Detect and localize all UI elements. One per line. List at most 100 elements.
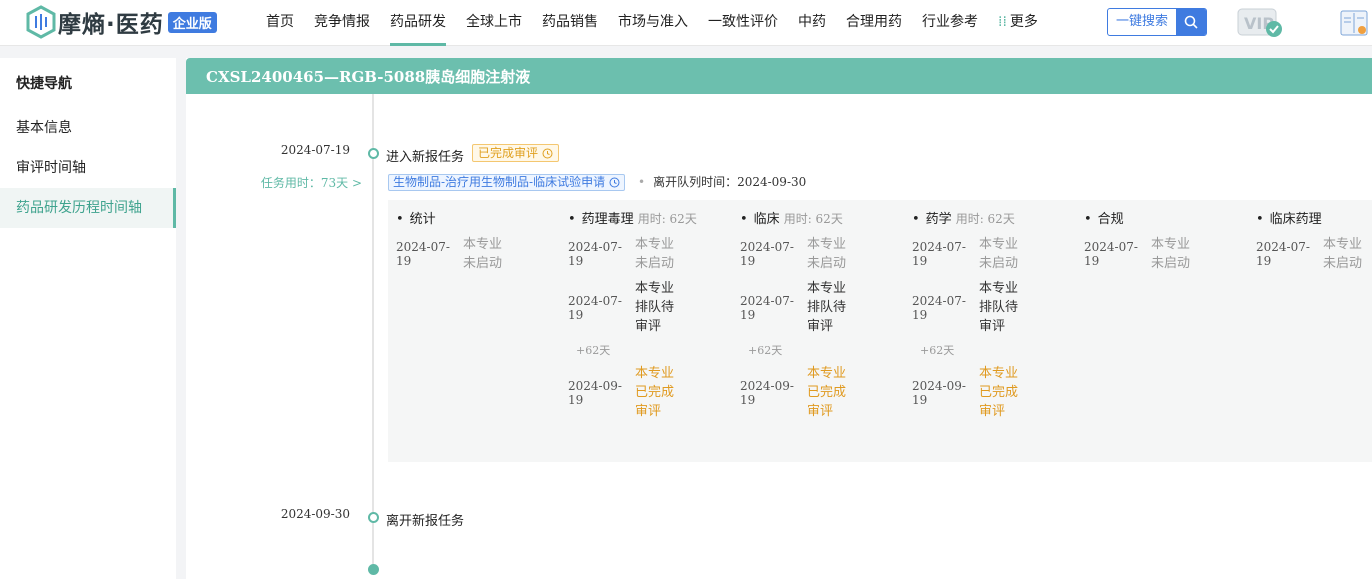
review-column-name: 临床 xyxy=(753,212,780,227)
review-record: 2024-07-19 本专业未启动 xyxy=(740,235,900,273)
leave-queue-time: 离开队列时间：2024-09-30 xyxy=(638,173,806,190)
enter-date: 2024-07-19 xyxy=(280,143,350,157)
review-column-name: 药理毒理 xyxy=(581,212,634,227)
quick-search-button[interactable]: 一键搜索 xyxy=(1107,8,1207,36)
review-column: • 药理毒理 用时: 62天 2024-07-19 本专业未启动 2024-07-19 本专… xyxy=(568,210,728,421)
quick-search-label: 一键搜索 xyxy=(1115,14,1168,29)
review-record-status: 本专业排队待审评 xyxy=(807,281,847,334)
review-record-status: 本专业未启动 xyxy=(635,237,675,271)
category-tag: 生物制品-治疗用生物制品-临床试验申请 xyxy=(388,174,626,191)
review-record-status: 本专业未启动 xyxy=(979,237,1019,271)
review-record-date: 2024-07-19 xyxy=(740,240,794,268)
review-column: • 药学 用时: 62天 2024-07-19 本专业未启动 2024-07-19 本专业排… xyxy=(912,210,1072,421)
review-record-date: 2024-09-19 xyxy=(912,378,966,407)
timeline-node xyxy=(368,148,379,159)
page-title: CXSL2400465—RGB-5088胰岛细胞注射液 xyxy=(206,68,531,86)
bullet: • xyxy=(1084,212,1092,227)
bullet: • xyxy=(396,212,404,227)
review-column: • 临床 用时: 62天 2024-07-19 本专业未启动 2024-07-19 本专业排… xyxy=(740,210,900,421)
bullet: • xyxy=(568,212,576,227)
sidebar-item-rnd-timeline[interactable]: 药品研发历程时间轴 xyxy=(0,188,176,228)
nav-item-intel[interactable]: 竞争情报 xyxy=(314,0,370,46)
review-record: 2024-07-19 本专业排队待审评 xyxy=(568,279,728,336)
category-tag-label: 生物制品-治疗用生物制品-临床试验申请 xyxy=(393,175,606,189)
review-record-status: 本专业未启动 xyxy=(1151,237,1191,271)
bullet: • xyxy=(912,212,920,227)
nav-item-industry[interactable]: 行业参考 xyxy=(922,0,978,46)
logo-mark-icon xyxy=(26,5,56,39)
sidebar-item-review-timeline[interactable]: 审评时间轴 xyxy=(0,148,176,188)
review-record-date: 2024-07-19 xyxy=(740,293,794,322)
leave-date: 2024-09-30 xyxy=(280,507,350,521)
search-icon xyxy=(1176,9,1206,35)
nav-more-label: 更多 xyxy=(1009,14,1038,30)
nav-item-more[interactable]: ⁞⁞ 更多 xyxy=(998,0,1038,46)
grid-dots-icon: ⁞⁞ xyxy=(998,14,1007,30)
nav-item-global[interactable]: 全球上市 xyxy=(466,0,522,46)
review-column: • 合规 2024-07-19 本专业未启动 xyxy=(1084,210,1244,273)
manual-book-icon[interactable] xyxy=(1340,8,1368,38)
review-column-name: 临床药理 xyxy=(1269,212,1322,227)
review-record-status: 本专业已完成审评 xyxy=(979,366,1019,419)
leave-event-title: 离开新报任务 xyxy=(386,514,465,529)
review-record-status: 本专业排队待审评 xyxy=(979,281,1019,334)
review-record-status: 本专业排队待审评 xyxy=(635,281,675,334)
logo[interactable]: 摩熵·医药 企业版 xyxy=(26,5,217,39)
elapsed-days: +62天 xyxy=(576,344,611,357)
review-column-header: • 临床药理 xyxy=(1256,210,1372,229)
review-record-date: 2024-07-19 xyxy=(568,293,622,322)
nav-item-home[interactable]: 首页 xyxy=(266,0,294,46)
status-badge-done: 已完成审评 xyxy=(472,144,560,162)
quick-nav-sidebar: 快捷导航 基本信息 审评时间轴 药品研发历程时间轴 xyxy=(0,58,176,579)
review-record-status: 本专业已完成审评 xyxy=(635,366,675,419)
review-record-status: 本专业未启动 xyxy=(463,237,503,271)
sidebar-item-basic-info[interactable]: 基本信息 xyxy=(0,108,176,148)
review-record: 2024-07-19 本专业未启动 xyxy=(912,235,1072,273)
timeline-axis xyxy=(372,94,374,574)
review-record-date: 2024-07-19 xyxy=(396,240,450,268)
clock-icon xyxy=(542,148,553,158)
elapsed-days: +62天 xyxy=(920,344,955,357)
main-nav: 首页 竞争情报 药品研发 全球上市 药品销售 市场与准入 一致性评价 中药 合理… xyxy=(266,0,1058,46)
review-record-date: 2024-09-19 xyxy=(568,378,622,407)
review-column-used-time: 用时: 62天 xyxy=(637,212,697,226)
edition-badge: 企业版 xyxy=(167,11,217,33)
vip-icon[interactable]: VIP xyxy=(1237,8,1283,38)
bullet: • xyxy=(1256,212,1264,227)
review-record-date: 2024-07-19 xyxy=(912,240,966,268)
main-content: CXSL2400465—RGB-5088胰岛细胞注射液 2024-07-19 进… xyxy=(186,58,1372,579)
nav-item-rational[interactable]: 合理用药 xyxy=(846,0,902,46)
nav-item-tcm[interactable]: 中药 xyxy=(798,0,826,46)
timeline-end-node xyxy=(368,564,379,575)
bullet: • xyxy=(740,212,748,227)
review-column-header: • 合规 xyxy=(1084,210,1244,229)
review-column-used-time: 用时: 62天 xyxy=(783,212,843,226)
review-column-header: • 药理毒理 用时: 62天 xyxy=(568,210,728,229)
review-record-status: 本专业未启动 xyxy=(1323,237,1363,271)
review-record: 2024-09-19 本专业已完成审评 xyxy=(912,364,1072,421)
sidebar-title: 快捷导航 xyxy=(16,76,72,92)
review-column-header: • 药学 用时: 62天 xyxy=(912,210,1072,229)
clock-icon xyxy=(609,177,620,188)
review-record: 2024-07-19 本专业排队待审评 xyxy=(912,279,1072,336)
nav-item-market[interactable]: 市场与准入 xyxy=(618,0,688,46)
enter-event-title: 进入新报任务 xyxy=(386,150,465,165)
nav-item-sales[interactable]: 药品销售 xyxy=(542,0,598,46)
top-header: 摩熵·医药 企业版 首页 竞争情报 药品研发 全球上市 药品销售 市场与准入 一… xyxy=(0,0,1372,46)
review-record: 2024-07-19 本专业未启动 xyxy=(1084,235,1244,273)
review-record: 2024-07-19 本专业未启动 xyxy=(568,235,728,273)
review-details-panel: • 统计 2024-07-19 本专业未启动 • 药理毒理 用时: 62天 2024-07-1… xyxy=(388,200,1372,462)
review-column-name: 统计 xyxy=(409,212,436,227)
review-record-status: 本专业未启动 xyxy=(807,237,847,271)
task-time-link[interactable]: 任务用时：73天 > xyxy=(226,174,362,191)
nav-item-rnd[interactable]: 药品研发 xyxy=(390,0,446,46)
review-record: 2024-09-19 本专业已完成审评 xyxy=(740,364,900,421)
status-badge-label: 已完成审评 xyxy=(478,146,539,160)
review-record: 2024-07-19 本专业未启动 xyxy=(1256,235,1372,273)
review-record: 2024-09-19 本专业已完成审评 xyxy=(568,364,728,421)
review-column: • 临床药理 2024-07-19 本专业未启动 xyxy=(1256,210,1372,273)
nav-item-consistency[interactable]: 一致性评价 xyxy=(708,0,778,46)
page-title-bar: CXSL2400465—RGB-5088胰岛细胞注射液 xyxy=(186,58,1372,94)
review-column: • 统计 2024-07-19 本专业未启动 xyxy=(396,210,556,273)
review-record-date: 2024-09-19 xyxy=(740,378,794,407)
